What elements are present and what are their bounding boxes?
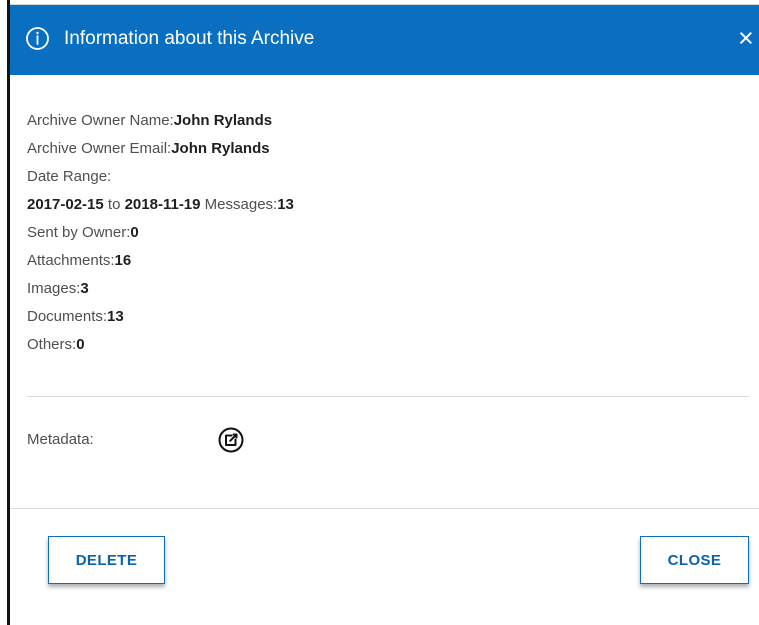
date-from-value: 2017-02-15 (27, 196, 104, 213)
edit-external-icon[interactable] (216, 425, 246, 455)
sent-by-owner-label: Sent by Owner: (27, 224, 131, 241)
attachments-value: 16 (114, 252, 132, 269)
details-divider (27, 396, 749, 397)
archive-info-dialog: Information about this Archive × Archive… (10, 4, 759, 625)
messages-label: Messages: (200, 196, 278, 213)
documents-row: Documents:13 (27, 303, 294, 331)
others-row: Others:0 (27, 331, 294, 359)
dialog-title: Information about this Archive (64, 28, 315, 49)
owner-name-value: John Rylands (173, 112, 273, 129)
documents-value: 13 (107, 308, 124, 325)
others-value: 0 (76, 336, 85, 353)
date-to-value: 2018-11-19 (124, 196, 201, 213)
owner-name-row: Archive Owner Name:John Rylands (27, 107, 294, 135)
date-messages-row: 2017-02-15 to 2018-11-19 Messages:13 (27, 191, 294, 219)
owner-email-value: John Rylands (171, 140, 270, 157)
date-range-label: Date Range: (27, 168, 112, 185)
date-to-word: to (103, 196, 125, 213)
page: Information about this Archive × Archive… (0, 0, 759, 625)
images-row: Images:3 (27, 275, 294, 303)
archive-details: Archive Owner Name:John Rylands Archive … (27, 107, 294, 359)
delete-button[interactable]: DELETE (48, 536, 165, 584)
close-icon[interactable]: × (738, 23, 759, 53)
attachments-row: Attachments:16 (27, 247, 294, 275)
attachments-label: Attachments: (27, 252, 115, 269)
images-value: 3 (80, 280, 89, 297)
date-range-row: Date Range: (27, 163, 294, 191)
info-circle-icon (26, 27, 49, 50)
sent-by-owner-value: 0 (130, 224, 139, 241)
dialog-header: Information about this Archive × (10, 5, 759, 75)
owner-email-label: Archive Owner Email: (27, 140, 172, 157)
close-button[interactable]: CLOSE (640, 536, 749, 584)
others-label: Others: (27, 336, 77, 353)
messages-value: 13 (277, 196, 294, 213)
sent-by-owner-row: Sent by Owner:0 (27, 219, 294, 247)
footer-divider (10, 508, 759, 509)
metadata-label: Metadata: (27, 431, 94, 448)
images-label: Images: (27, 280, 81, 297)
owner-name-label: Archive Owner Name: (27, 112, 174, 129)
documents-label: Documents: (27, 308, 108, 325)
owner-email-row: Archive Owner Email:John Rylands (27, 135, 294, 163)
